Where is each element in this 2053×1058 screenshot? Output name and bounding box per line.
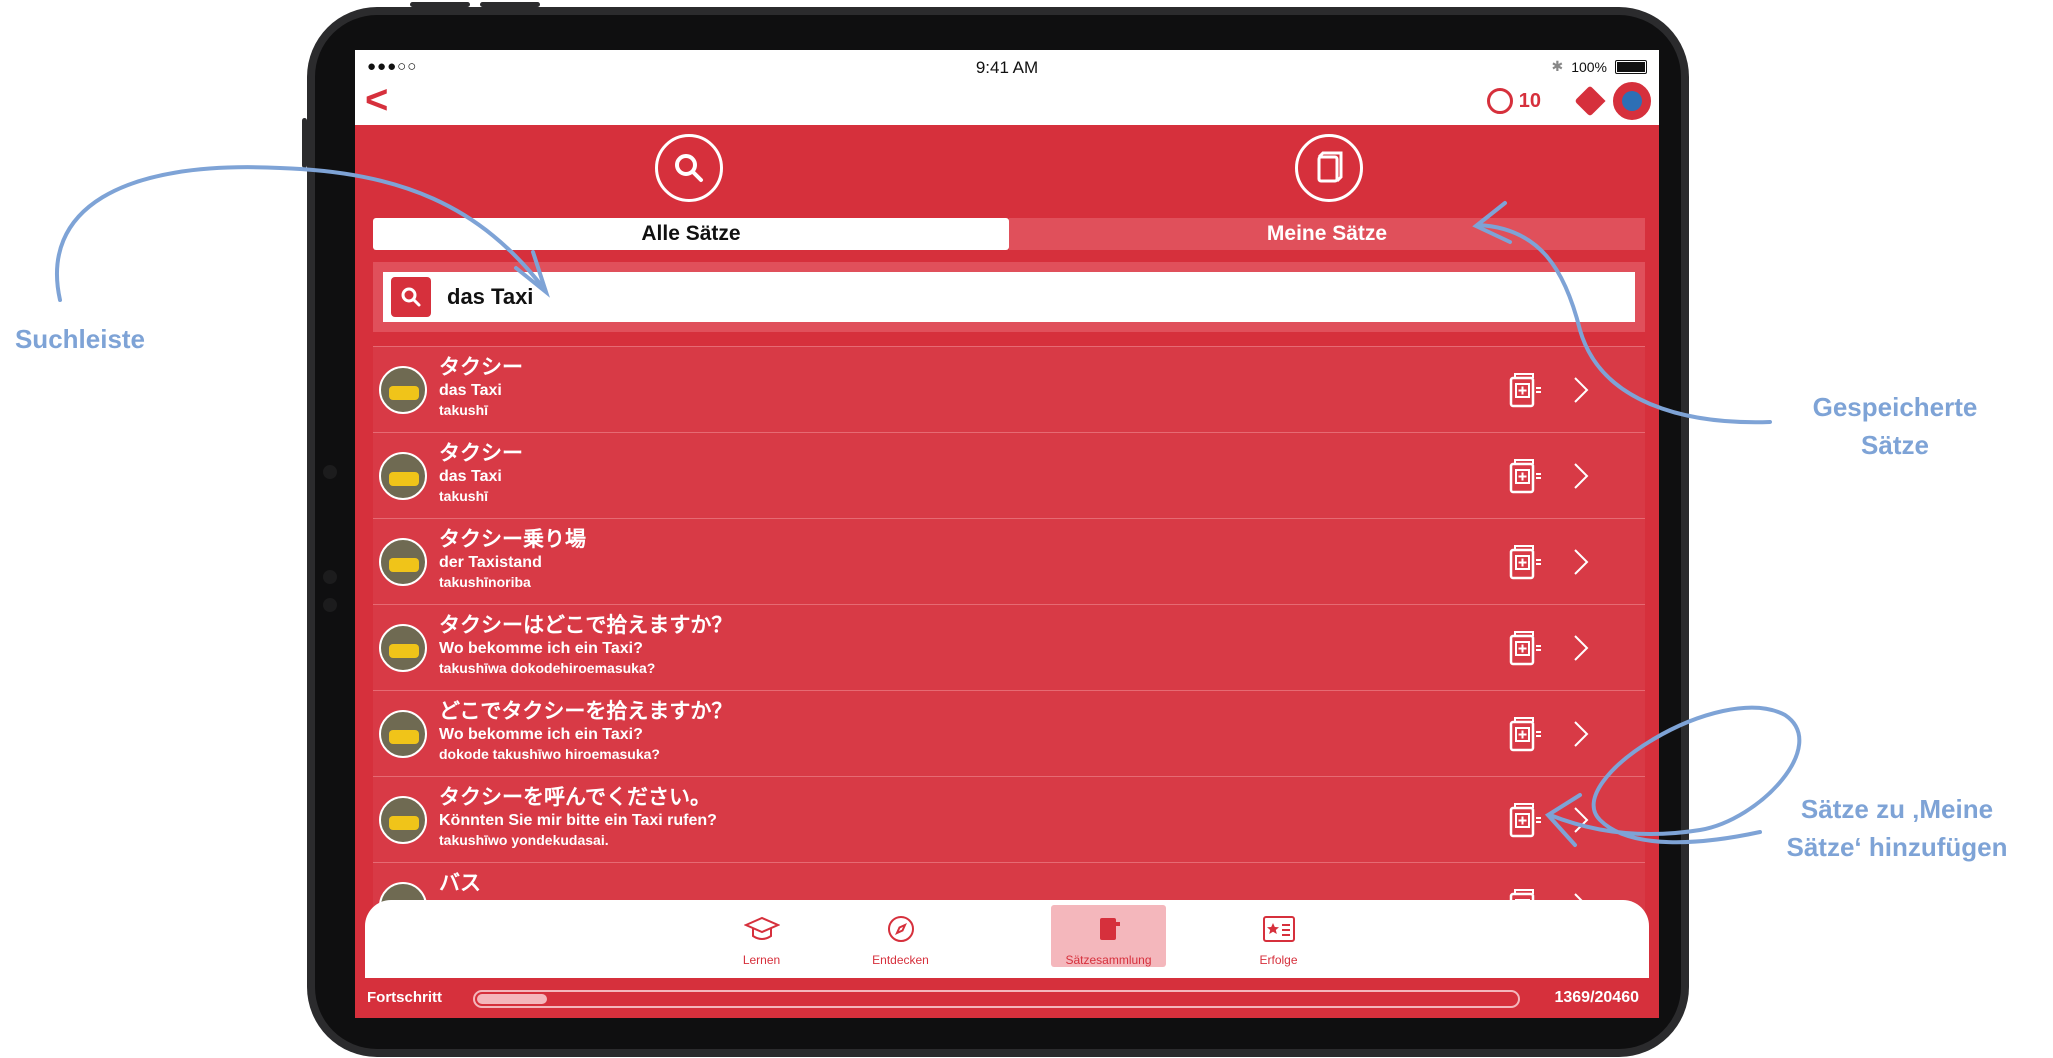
search-arrow: [54, 165, 547, 302]
annotation-add: Sätze zu ‚Meine Sätze‘ hinzufügen: [1786, 794, 2008, 862]
annotation-saved: Gespeicherte Sätze: [1812, 392, 1978, 460]
annotation-arrows: [54, 165, 1802, 847]
annotation-search: Suchleiste: [14, 324, 146, 354]
saved-arrowhead: [1472, 201, 1512, 244]
saved-arrow: [1476, 223, 1772, 425]
